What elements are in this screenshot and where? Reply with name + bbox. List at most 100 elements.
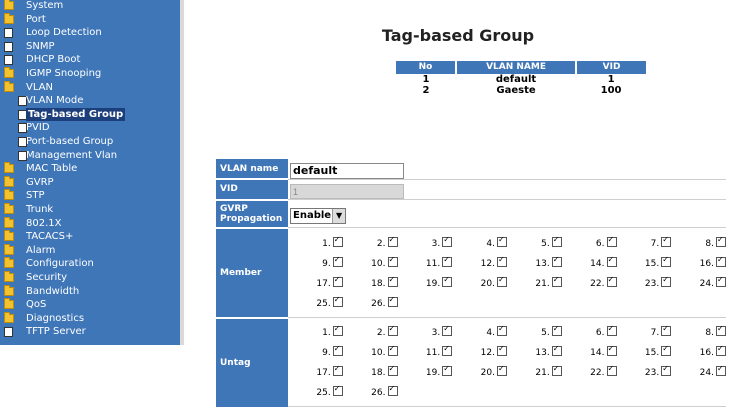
sidebar-item[interactable]: Bandwidth (0, 284, 180, 298)
port-checkbox[interactable] (332, 275, 343, 287)
empty-cell (452, 382, 507, 402)
port-number: 2. (376, 328, 386, 338)
port-cell: 18. (343, 362, 398, 382)
port-checkbox[interactable] (332, 295, 343, 307)
port-checkbox[interactable] (661, 324, 672, 336)
sidebar-item[interactable]: VLAN (0, 80, 180, 94)
port-checkbox[interactable] (661, 364, 672, 376)
port-checkbox[interactable] (332, 324, 343, 336)
sidebar-item[interactable]: GVRP (0, 175, 180, 189)
sidebar-item[interactable]: Diagnostics (0, 311, 180, 325)
port-checkbox[interactable] (551, 324, 562, 336)
port-checkbox[interactable] (716, 235, 726, 247)
port-cell: 15. (617, 342, 672, 362)
port-checkbox[interactable] (716, 344, 726, 356)
port-checkbox[interactable] (716, 364, 726, 376)
port-checkbox[interactable] (716, 255, 726, 267)
port-checkbox[interactable] (387, 235, 398, 247)
port-checkbox[interactable] (442, 324, 453, 336)
port-checkbox[interactable] (387, 275, 398, 287)
port-checkbox[interactable] (442, 344, 453, 356)
port-checkbox[interactable] (387, 324, 398, 336)
vlan-name-input[interactable] (290, 162, 404, 179)
port-checkbox[interactable] (497, 324, 507, 336)
port-cell: 17. (288, 273, 343, 293)
port-checkbox[interactable] (497, 364, 507, 376)
port-number: 17. (316, 368, 331, 378)
port-cell: 7. (617, 322, 672, 342)
port-checkbox[interactable] (551, 275, 562, 287)
sidebar-item[interactable]: Port (0, 12, 180, 26)
table-row[interactable]: 2 Gaeste 100 (396, 85, 646, 96)
port-number: 14. (590, 258, 605, 269)
port-checkbox[interactable] (387, 344, 398, 356)
port-checkbox[interactable] (332, 344, 343, 356)
sidebar-item[interactable]: QoS (0, 298, 180, 311)
port-checkbox[interactable] (606, 324, 617, 336)
port-checkbox[interactable] (497, 255, 507, 267)
sidebar-item[interactable]: Loop Detection (0, 26, 180, 39)
untag-port-grid: 1. 2. 3. 4. 5. 6. 7. 8. 9. 10. 11. 12. 13. 14. 15. 16. 1… (288, 322, 726, 402)
sidebar-item[interactable]: TFTP Server (0, 325, 180, 338)
dropdown-arrow-icon[interactable]: ▼ (332, 209, 346, 223)
port-checkbox[interactable] (442, 364, 453, 376)
port-checkbox[interactable] (661, 235, 672, 247)
sidebar-nav: System Port Loop Detection SNMP DHCP Boot IGM… (0, 0, 180, 345)
sidebar-item[interactable]: Alarm (0, 243, 180, 257)
port-checkbox[interactable] (606, 364, 617, 376)
sidebar-item[interactable]: Management Vlan (0, 149, 180, 162)
port-checkbox[interactable] (387, 295, 398, 307)
sidebar-item[interactable]: Tag-based Group (0, 107, 180, 121)
sidebar-item-label: Trunk (26, 204, 54, 215)
port-checkbox[interactable] (332, 384, 343, 396)
port-number: 4. (486, 238, 495, 249)
sidebar-item-label: SNMP (26, 40, 55, 52)
sidebar-item[interactable]: Port-based Group (0, 135, 180, 148)
port-number: 16. (699, 258, 714, 269)
port-checkbox[interactable] (332, 235, 343, 247)
sidebar-item[interactable]: DHCP Boot (0, 53, 180, 66)
vid-input[interactable] (290, 184, 404, 199)
port-checkbox[interactable] (497, 235, 507, 247)
sidebar-item[interactable]: 802.1X (0, 216, 180, 230)
port-checkbox[interactable] (442, 255, 453, 267)
sidebar-item[interactable]: TACACS+ (0, 230, 180, 243)
gvrp-propagation-select[interactable]: Enable ▼ (290, 208, 347, 224)
port-checkbox[interactable] (387, 364, 398, 376)
sidebar-item[interactable]: MAC Table (0, 162, 180, 175)
port-cell: 2. (343, 233, 398, 253)
port-checkbox[interactable] (551, 364, 562, 376)
port-checkbox[interactable] (661, 275, 672, 287)
port-checkbox[interactable] (497, 275, 507, 287)
port-checkbox[interactable] (387, 255, 398, 267)
sidebar-item[interactable]: STP (0, 189, 180, 202)
port-checkbox[interactable] (497, 344, 507, 356)
sidebar-item[interactable]: PVID (0, 121, 180, 134)
port-checkbox[interactable] (442, 235, 453, 247)
port-checkbox[interactable] (716, 275, 726, 287)
sidebar-item[interactable]: SNMP (0, 40, 180, 53)
port-checkbox[interactable] (442, 275, 453, 287)
sidebar-item[interactable]: System (0, 0, 180, 12)
port-checkbox[interactable] (661, 344, 672, 356)
table-row[interactable]: 1 default 1 (396, 72, 646, 85)
port-number: 24. (699, 278, 714, 289)
port-checkbox[interactable] (606, 344, 617, 356)
port-checkbox[interactable] (551, 255, 562, 267)
sidebar-item[interactable]: Security (0, 271, 180, 284)
port-checkbox[interactable] (551, 235, 562, 247)
port-checkbox[interactable] (387, 384, 398, 396)
port-checkbox[interactable] (606, 255, 617, 267)
port-checkbox[interactable] (661, 255, 672, 267)
sidebar-item[interactable]: VLAN Mode (0, 94, 180, 107)
port-checkbox[interactable] (606, 275, 617, 287)
port-checkbox[interactable] (332, 255, 343, 267)
port-number: 9. (322, 258, 331, 269)
sidebar-item[interactable]: Configuration (0, 257, 180, 270)
sidebar-item[interactable]: IGMP Snooping (0, 67, 180, 80)
port-checkbox[interactable] (551, 344, 562, 356)
sidebar-item[interactable]: Trunk (0, 203, 180, 216)
port-checkbox[interactable] (606, 235, 617, 247)
port-checkbox[interactable] (716, 324, 726, 336)
port-checkbox[interactable] (332, 364, 343, 376)
